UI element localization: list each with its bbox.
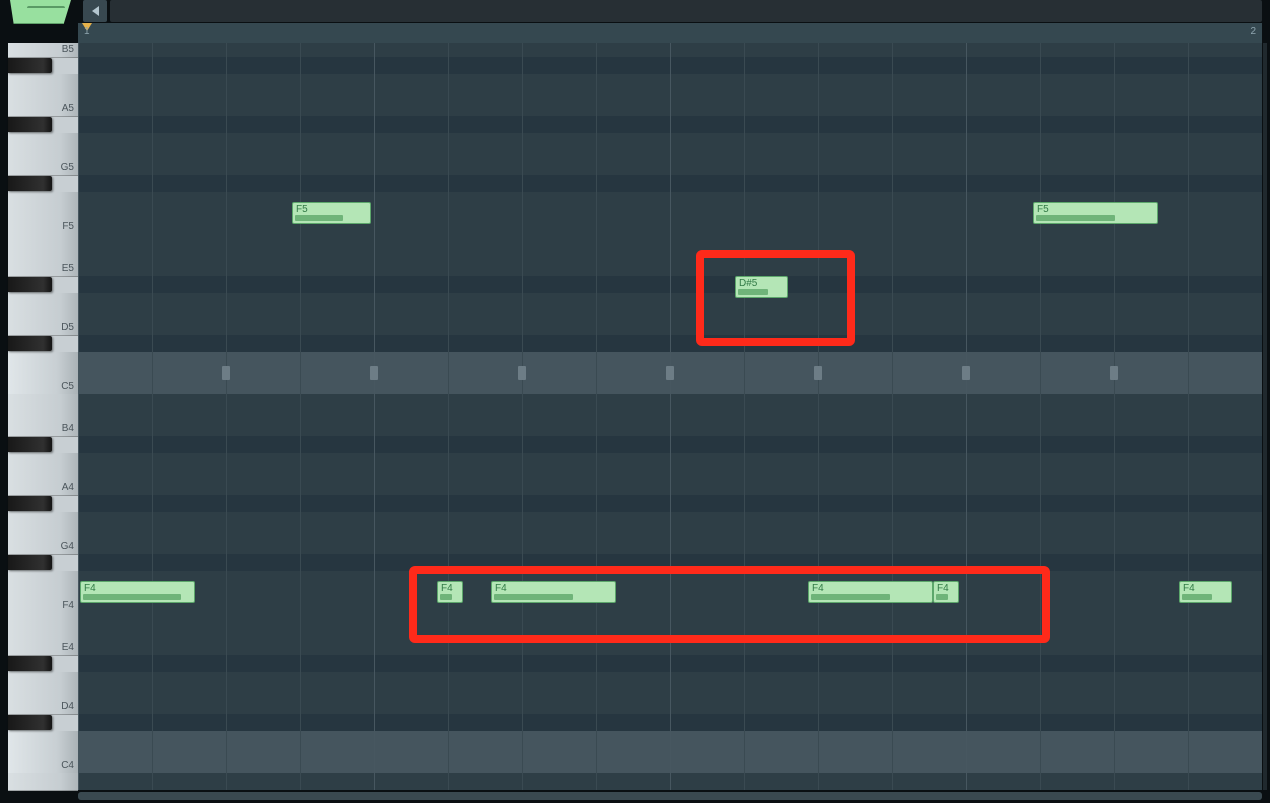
scroll-thumb[interactable] xyxy=(78,792,1262,800)
timeline-ruler[interactable]: 1 2 xyxy=(78,23,1262,43)
gridline xyxy=(522,43,523,790)
chevron-left-icon xyxy=(92,6,99,16)
gridline xyxy=(596,43,597,790)
key-G#5[interactable] xyxy=(8,117,52,132)
note-F5[interactable]: F5 xyxy=(292,202,371,224)
piano-roll: { "ruler": { "mark_1": "1", "mark_2": "2… xyxy=(0,0,1270,803)
gridline xyxy=(1188,43,1189,790)
gridline xyxy=(670,43,671,790)
highlight-box-1 xyxy=(696,250,855,346)
key-B5[interactable]: B5 xyxy=(8,43,78,58)
beat-tick xyxy=(370,366,378,380)
title-bar[interactable] xyxy=(110,0,1262,22)
gridline xyxy=(300,43,301,790)
key-G#4[interactable] xyxy=(8,496,52,511)
key-label: G4 xyxy=(61,541,74,552)
gridline xyxy=(374,43,375,790)
key-D#4[interactable] xyxy=(8,656,52,671)
back-button[interactable] xyxy=(83,0,107,22)
beat-tick xyxy=(814,366,822,380)
gridline xyxy=(78,43,79,790)
beat-tick xyxy=(962,366,970,380)
key-C5[interactable]: C5 xyxy=(8,352,78,395)
gridline xyxy=(226,43,227,790)
gridline xyxy=(818,43,819,790)
key-label: E5 xyxy=(62,263,74,274)
key-label: B5 xyxy=(62,44,74,55)
note-label: F4 xyxy=(1183,583,1195,594)
key-D#5[interactable] xyxy=(8,277,52,292)
gridline xyxy=(448,43,449,790)
key-label: A5 xyxy=(62,103,74,114)
beat-tick xyxy=(666,366,674,380)
beat-tick xyxy=(222,366,230,380)
key-C#5[interactable] xyxy=(8,336,52,351)
key-label: D4 xyxy=(61,701,74,712)
key-F#5[interactable] xyxy=(8,176,52,191)
key-F#4[interactable] xyxy=(8,555,52,570)
ruler-mark-2: 2 xyxy=(1250,26,1256,37)
scrollbar-vertical[interactable] xyxy=(1263,43,1267,790)
key-B3[interactable] xyxy=(8,773,78,791)
key-D4[interactable]: D4 xyxy=(8,672,78,715)
key-label: B4 xyxy=(62,423,74,434)
gridline xyxy=(744,43,745,790)
highlight-box-2 xyxy=(409,566,1050,643)
slide-icon xyxy=(27,6,65,18)
note-label: F5 xyxy=(1037,204,1049,215)
key-E5[interactable]: E5 xyxy=(8,234,78,277)
key-A#4[interactable] xyxy=(8,437,52,452)
piano-keyboard[interactable]: B5 A5 G5 F5 E5 D5 C5 B4 A4 G4 F4 E4 D4 C4 xyxy=(8,43,78,790)
tool-tab[interactable] xyxy=(10,0,71,24)
note-label: F5 xyxy=(296,204,308,215)
ruler-mark-1: 1 xyxy=(84,26,90,37)
note-F4[interactable]: F4 xyxy=(1179,581,1232,603)
key-C#4[interactable] xyxy=(8,715,52,730)
scrollbar-horizontal[interactable] xyxy=(78,792,1262,800)
velocity-bar xyxy=(1182,594,1212,600)
key-label: C5 xyxy=(61,381,74,392)
key-C4[interactable]: C4 xyxy=(8,731,78,774)
beat-tick xyxy=(1110,366,1118,380)
key-A#5[interactable] xyxy=(8,58,52,73)
note-F5[interactable]: F5 xyxy=(1033,202,1158,224)
note-F4[interactable]: F4 xyxy=(80,581,195,603)
key-label: F4 xyxy=(62,600,74,611)
key-label: D5 xyxy=(61,322,74,333)
key-F4[interactable]: F4 xyxy=(8,571,78,614)
key-label: A4 xyxy=(62,482,74,493)
key-label: C4 xyxy=(61,760,74,771)
note-grid[interactable]: F5F5D#5F4F4F4F4F4F4 xyxy=(78,43,1262,790)
key-D5[interactable]: D5 xyxy=(8,293,78,336)
gridline xyxy=(1114,43,1115,790)
key-label: G5 xyxy=(61,162,74,173)
key-A4[interactable]: A4 xyxy=(8,453,78,496)
key-G5[interactable]: G5 xyxy=(8,133,78,176)
key-label: E4 xyxy=(62,642,74,653)
key-G4[interactable]: G4 xyxy=(8,512,78,555)
velocity-bar xyxy=(1036,215,1115,221)
beat-tick xyxy=(518,366,526,380)
key-B4[interactable]: B4 xyxy=(8,394,78,437)
velocity-bar xyxy=(83,594,181,600)
note-label: F4 xyxy=(84,583,96,594)
key-E4[interactable]: E4 xyxy=(8,613,78,656)
gridline xyxy=(892,43,893,790)
gridline xyxy=(152,43,153,790)
gridline xyxy=(966,43,967,790)
key-A5[interactable]: A5 xyxy=(8,74,78,117)
key-label: F5 xyxy=(62,221,74,232)
gridline xyxy=(1040,43,1041,790)
velocity-bar xyxy=(295,215,343,221)
key-F5[interactable]: F5 xyxy=(8,192,78,235)
